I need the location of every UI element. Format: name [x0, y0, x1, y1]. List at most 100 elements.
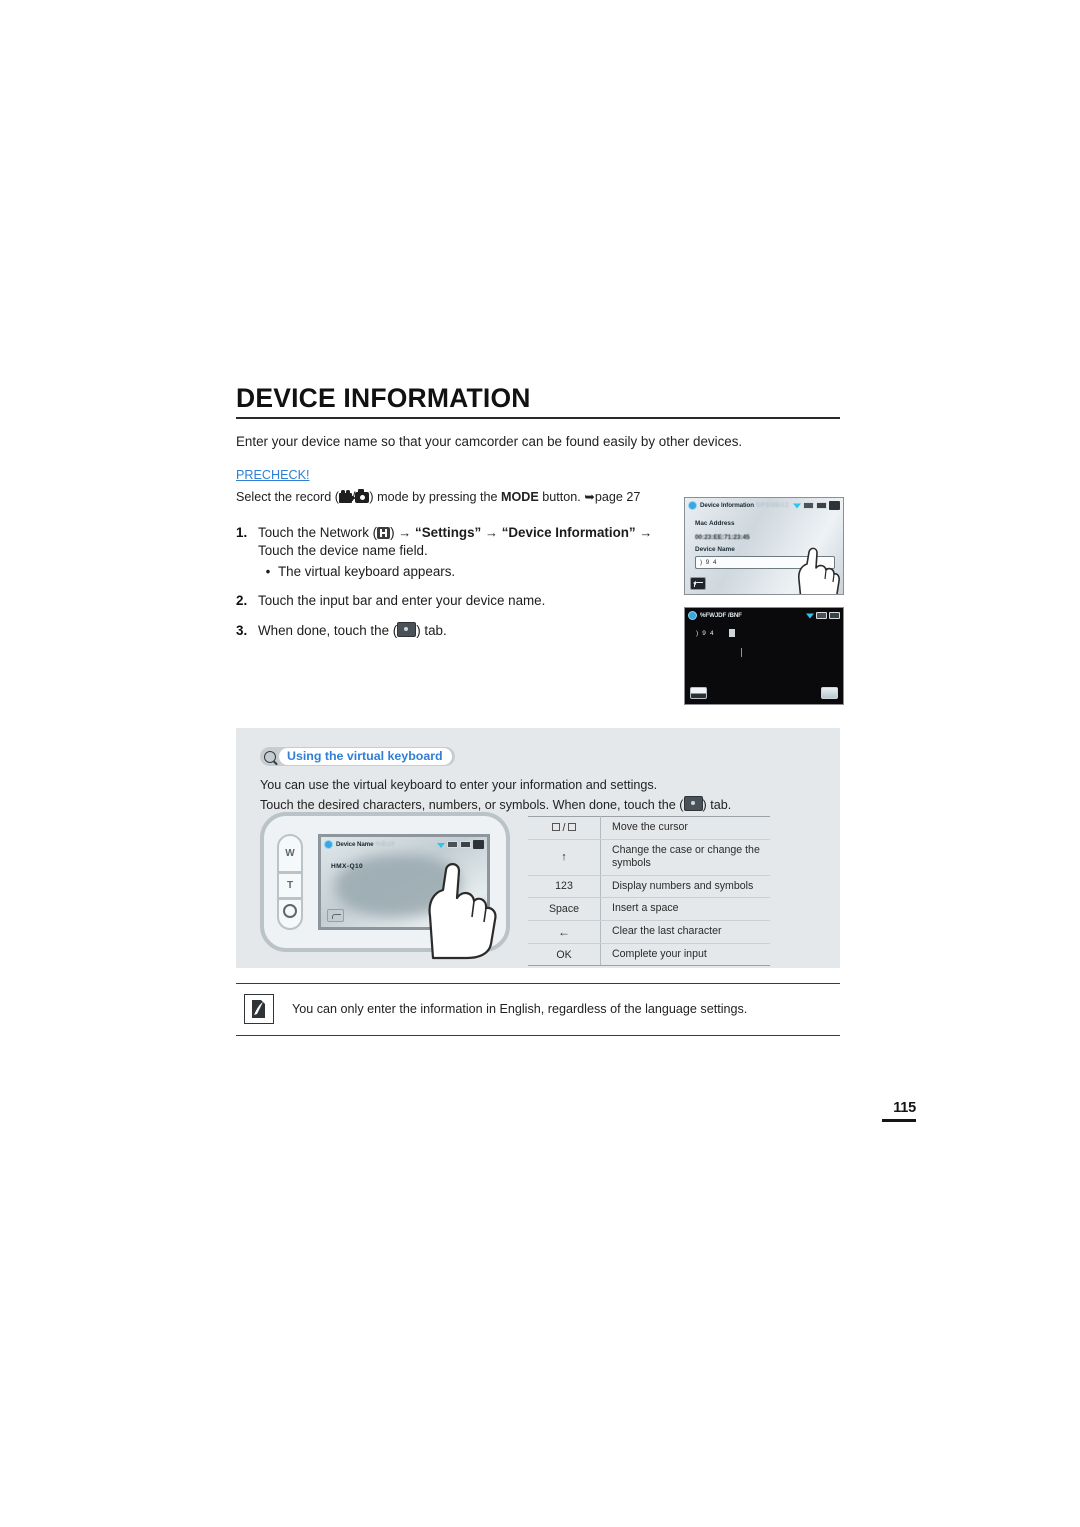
key-cell-cursor: / [528, 816, 601, 840]
table-row: ↑ Change the case or change the symbols [528, 839, 770, 876]
page-number: 115 [882, 1100, 916, 1123]
battery-icon [460, 841, 471, 848]
step-3-body: When done, touch the ( ) tab. [258, 621, 676, 640]
gear-icon [324, 840, 333, 849]
page-reference: page 27 [594, 489, 641, 504]
screenshot-2-status-icons [806, 611, 840, 619]
note-bottom-rule [236, 1035, 840, 1036]
screenshot-1-status-icons [793, 500, 840, 510]
precheck-text-before: Select the record ( [236, 489, 339, 504]
battery-icon [829, 611, 840, 619]
tip-badge: Using the virtual keyboard [260, 747, 455, 766]
step-3: 3. When done, touch the ( ) tab. [236, 621, 676, 640]
key-desc-ok: Complete your input [600, 943, 770, 967]
back-icon[interactable] [327, 909, 344, 922]
precheck-text-after: button. [538, 489, 585, 504]
key-desc-backspace: Clear the last character [600, 920, 770, 944]
keyboard-entry-text: ) 9 4 [696, 630, 715, 637]
right-arrow-box-icon [568, 822, 577, 831]
magnifier-icon [264, 750, 276, 763]
ok-key-icon[interactable] [821, 687, 838, 699]
camera-icon [355, 489, 370, 503]
page-title: DEVICE INFORMATION [236, 383, 840, 420]
mode-icon [829, 500, 840, 510]
card-icon [816, 611, 827, 619]
screenshot-2-title: %FWJDF /BNF [700, 611, 742, 619]
ok-tab-icon [397, 621, 417, 637]
card-icon [803, 501, 814, 509]
card-icon [447, 841, 458, 848]
precheck-label: PRECHECK! [236, 467, 310, 482]
camcorder-illustration: W T Device Name %BUF HMX-Q10 [260, 812, 510, 960]
device-name-input-value: ) 9 4 [700, 559, 718, 567]
tip-line-1: You can use the virtual keyboard to ente… [260, 778, 658, 792]
back-icon[interactable] [690, 577, 706, 590]
table-row: OK Complete your input [528, 943, 770, 967]
key-desc-space: Insert a space [600, 897, 770, 921]
step-1-number: 1. [236, 525, 248, 541]
step-3-text-a: When done, touch the ( [258, 622, 398, 638]
tip-box-virtual-keyboard: Using the virtual keyboard You can use t… [236, 728, 840, 968]
wifi-icon [806, 613, 814, 619]
step-1-bullet: • The virtual keyboard appears. [258, 563, 676, 581]
key-cell-ok: OK [528, 943, 601, 967]
ok-tab-icon[interactable] [462, 907, 481, 922]
gear-icon [688, 610, 697, 620]
keyboard-key-table: / Move the cursor ↑ Change the case or c… [528, 816, 770, 967]
ok-tab-icon [683, 795, 703, 811]
step-1-arrow-1-icon: → [398, 525, 412, 541]
tip-line-2-b: ) tab. [702, 797, 732, 812]
lcd-title: Device Name [336, 841, 374, 848]
page-number-value: 115 [893, 1100, 916, 1116]
mode-button-label: MODE [501, 489, 539, 504]
step-2-number: 2. [236, 593, 248, 609]
step-3-number: 3. [236, 622, 248, 638]
page-ref-arrow-icon: ➥ [584, 489, 595, 504]
tip-description: You can use the virtual keyboard to ente… [260, 776, 731, 815]
wifi-icon [437, 842, 445, 848]
section-intro: Enter your device name so that your camc… [236, 434, 743, 450]
table-row: 123 Display numbers and symbols [528, 875, 770, 899]
key-cell-123: 123 [528, 875, 601, 899]
note-block: You can only enter the information in En… [236, 983, 840, 1036]
device-name-label: Device Name [695, 546, 735, 553]
shift-key-icon[interactable] [690, 687, 707, 699]
zoom-divider [277, 871, 303, 874]
screenshot-device-information: Device Information SPSNBUJ Mac Address 0… [684, 497, 844, 595]
mac-address-label: Mac Address [695, 520, 735, 527]
step-1-settings-label: “Settings” [415, 525, 482, 541]
key-desc-cursor: Move the cursor [600, 816, 770, 840]
step-3-text-b: ) tab. [416, 622, 447, 638]
table-row: / Move the cursor [528, 816, 770, 840]
step-2-text: Touch the input bar and enter your devic… [258, 593, 546, 609]
note-text: You can only enter the information in En… [292, 1002, 748, 1016]
screenshot-1-title: Device Information [700, 501, 754, 509]
instruction-steps: 1. Touch the Network () → “Settings” → “… [236, 524, 676, 639]
lcd-ghost-text: %BUF [375, 841, 396, 848]
screenshot-2-top-bar: %FWJDF /BNF [685, 608, 843, 622]
record-divider [277, 897, 303, 900]
lcd-status-icons [437, 840, 484, 849]
screenshot-virtual-keyboard: %FWJDF /BNF ) 9 4 [684, 607, 844, 705]
camcorder-lcd: Device Name %BUF HMX-Q10 [318, 834, 490, 930]
step-1-body: Touch the Network () → “Settings” → “Dev… [258, 524, 676, 581]
device-name-input[interactable]: ) 9 4 [695, 556, 835, 569]
tip-badge-label: Using the virtual keyboard [279, 748, 452, 765]
camcorder-icon [338, 489, 356, 503]
keyboard-caret [741, 648, 742, 657]
network-icon [377, 527, 391, 540]
zoom-tele-label: T [286, 880, 294, 891]
step-2: 2. Touch the input bar and enter your de… [236, 592, 676, 610]
step-1-arrow-2-icon: → [484, 525, 498, 541]
lcd-device-name-value: HMX-Q10 [331, 863, 364, 870]
page-number-rule [882, 1119, 916, 1123]
battery-icon [816, 501, 827, 509]
mode-icon [473, 840, 484, 849]
keyboard-cursor [729, 629, 735, 637]
key-desc-123: Display numbers and symbols [600, 875, 770, 899]
zoom-wide-label: W [285, 848, 295, 859]
left-arrow-box-icon [551, 822, 560, 831]
note-pen-icon [244, 994, 274, 1024]
step-1-arrow-3-icon: → [639, 525, 653, 541]
mac-address-value: 00:23:EE:71:23:45 [695, 534, 750, 541]
